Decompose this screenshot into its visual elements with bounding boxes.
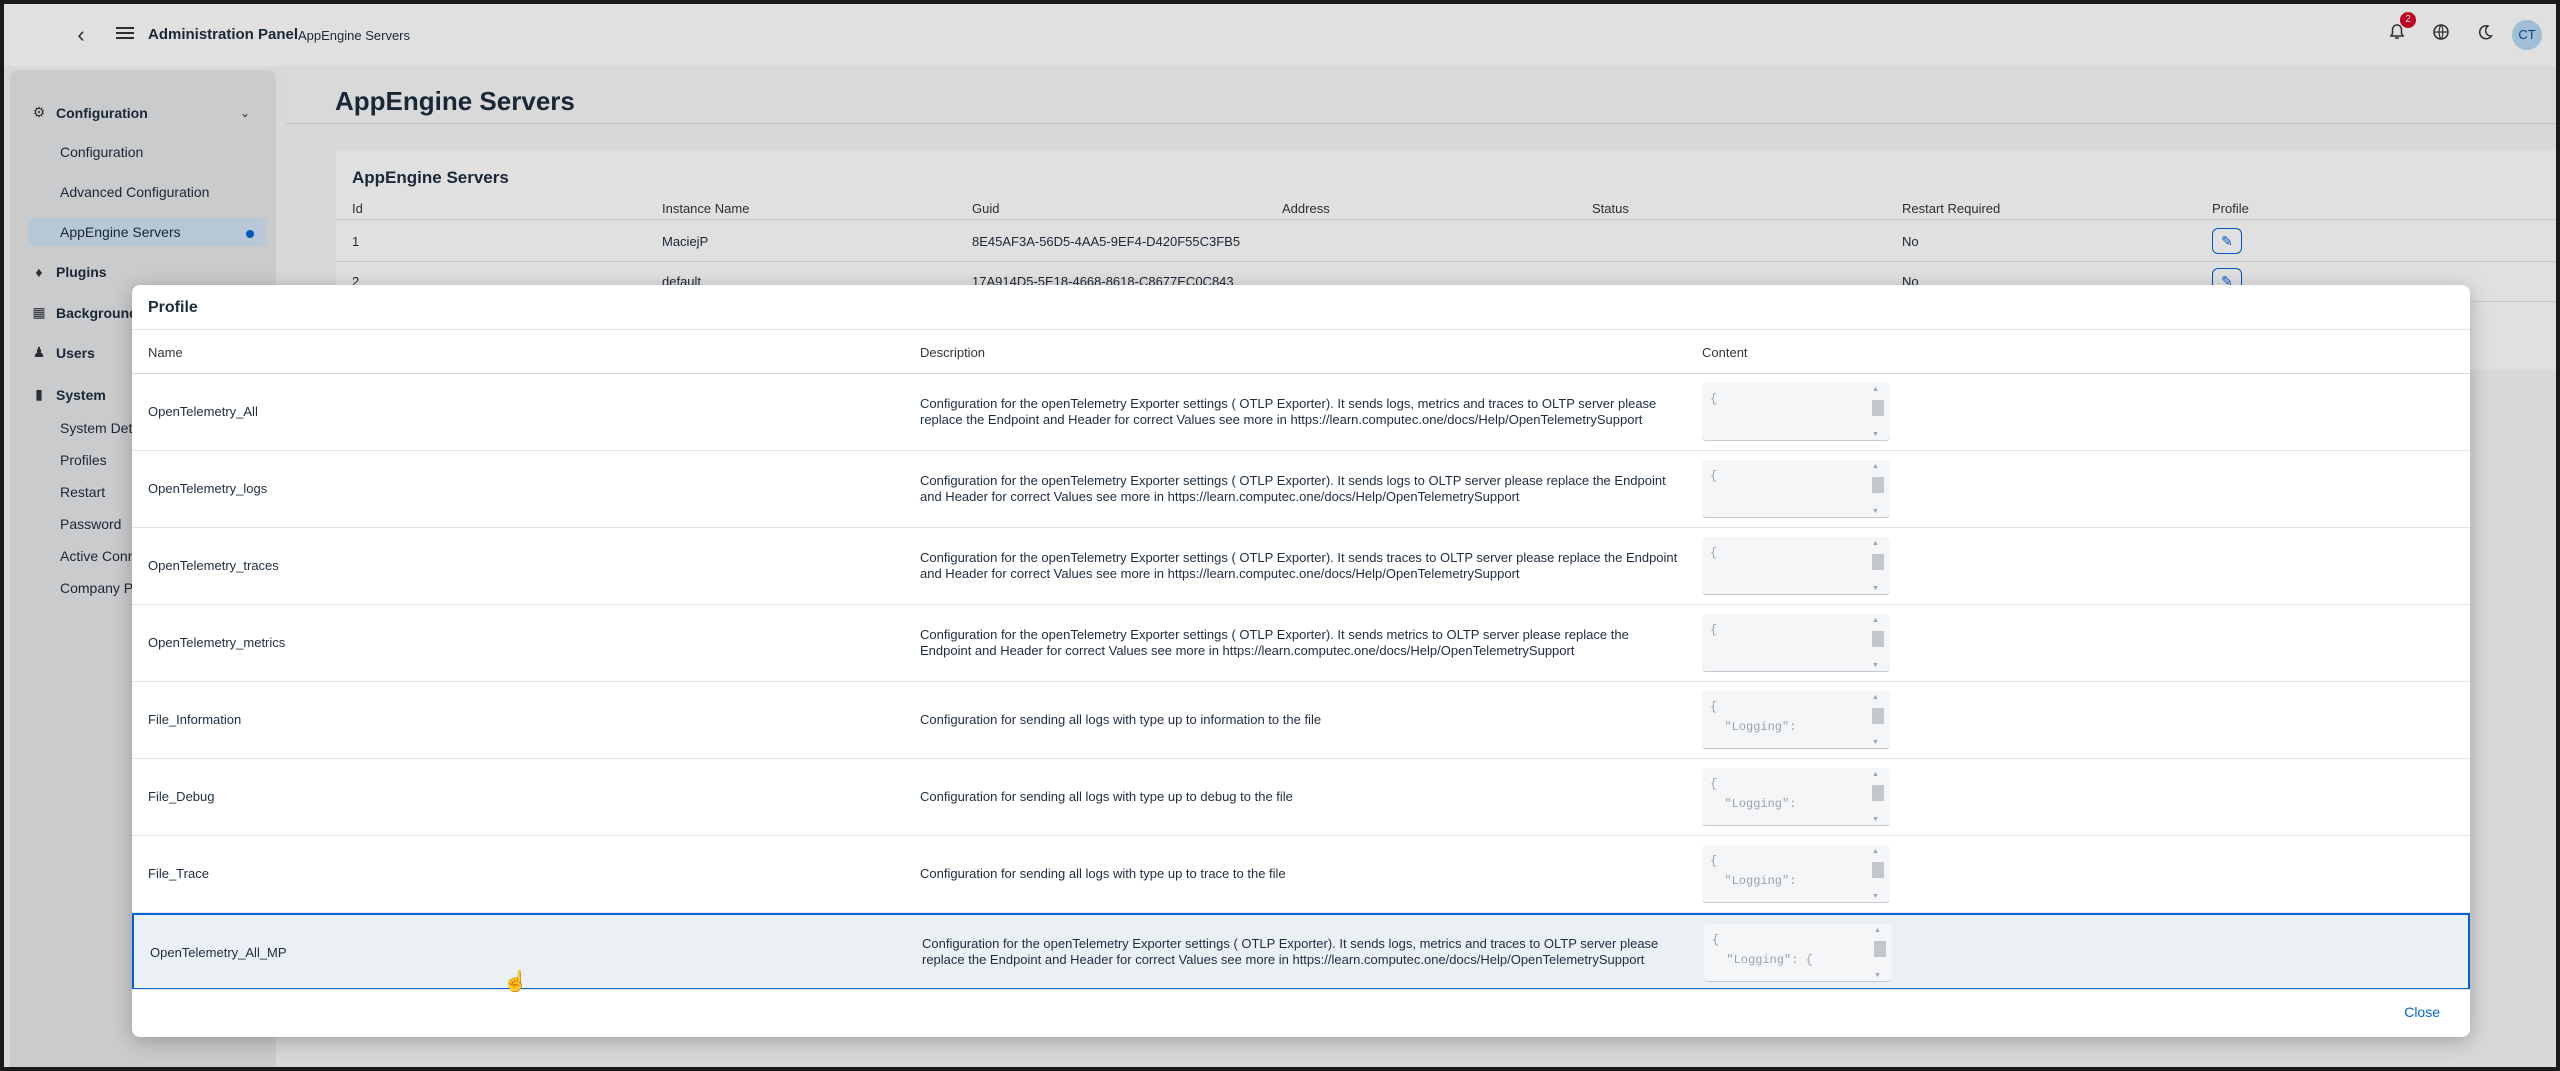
scrollbar[interactable]: ▲ ▼ — [1870, 694, 1884, 746]
profile-content-textarea[interactable]: {▲ ▼ — [1702, 460, 1890, 518]
scroll-thumb[interactable] — [1872, 554, 1884, 570]
profile-name: File_Trace — [148, 866, 209, 881]
profile-row[interactable]: File_Information Configuration for sendin… — [132, 682, 2470, 759]
scroll-down-icon[interactable]: ▼ — [1872, 508, 1879, 515]
profile-content-textarea[interactable]: { "Logging": ▲ ▼ — [1702, 845, 1890, 903]
profile-description: Configuration for the openTelemetry Expo… — [920, 374, 1680, 450]
profile-description-text: Configuration for sending all logs with … — [920, 789, 1293, 804]
scroll-up-icon[interactable]: ▲ — [1872, 848, 1879, 855]
profile-content-text: { "Logging": { — [1712, 933, 1813, 967]
profile-row[interactable]: File_Debug Configuration for sending all … — [132, 759, 2470, 836]
profile-content-text: { "Logging": — [1710, 700, 1797, 734]
profile-content-textarea[interactable]: { "Logging": ▲ ▼ — [1702, 691, 1890, 749]
profile-description-text: Configuration for the openTelemetry Expo… — [922, 935, 1659, 967]
profile-content-textarea[interactable]: {▲ ▼ — [1702, 383, 1890, 441]
profile-content-text: { — [1710, 546, 1718, 560]
profile-description-text: Configuration for the openTelemetry Expo… — [920, 473, 1666, 504]
scroll-thumb[interactable] — [1872, 400, 1884, 416]
profile-content-textarea[interactable]: {▲ ▼ — [1702, 614, 1890, 672]
scroll-thumb[interactable] — [1872, 708, 1884, 724]
scroll-thumb[interactable] — [1872, 477, 1884, 493]
scroll-down-icon[interactable]: ▼ — [1872, 431, 1879, 438]
profile-content-text: { "Logging": — [1710, 777, 1797, 811]
scroll-down-icon[interactable]: ▼ — [1874, 972, 1881, 979]
column-header-content[interactable]: Content — [1702, 345, 1748, 360]
scroll-up-icon[interactable]: ▲ — [1872, 386, 1879, 393]
profile-row[interactable]: OpenTelemetry_All_MP Configuration for th… — [132, 913, 2470, 990]
scroll-down-icon[interactable]: ▼ — [1872, 662, 1879, 669]
profile-description-text: Configuration for the openTelemetry Expo… — [920, 550, 1678, 581]
scroll-up-icon[interactable]: ▲ — [1872, 540, 1879, 547]
profile-description: Configuration for the openTelemetry Expo… — [920, 605, 1680, 681]
scroll-thumb[interactable] — [1874, 941, 1886, 957]
scroll-down-icon[interactable]: ▼ — [1872, 816, 1879, 823]
scroll-down-icon[interactable]: ▼ — [1872, 585, 1879, 592]
profile-row[interactable]: OpenTelemetry_All Configuration for the o… — [132, 374, 2470, 451]
scroll-up-icon[interactable]: ▲ — [1874, 927, 1881, 934]
scroll-up-icon[interactable]: ▲ — [1872, 771, 1879, 778]
profile-description: Configuration for sending all logs with … — [920, 682, 1680, 758]
scrollbar[interactable]: ▲ ▼ — [1872, 927, 1886, 979]
close-button[interactable]: Close — [2404, 1004, 2440, 1020]
profile-name: OpenTelemetry_traces — [148, 558, 279, 573]
profile-name: File_Information — [148, 712, 242, 727]
scroll-up-icon[interactable]: ▲ — [1872, 617, 1879, 624]
scroll-up-icon[interactable]: ▲ — [1872, 463, 1879, 470]
scroll-down-icon[interactable]: ▼ — [1872, 893, 1879, 900]
scrollbar[interactable]: ▲ ▼ — [1870, 848, 1884, 900]
profile-content-text: { — [1710, 623, 1718, 637]
profile-content-textarea[interactable]: { "Logging": {▲ ▼ — [1704, 924, 1892, 982]
profile-description: Configuration for sending all logs with … — [920, 759, 1680, 835]
profile-content-textarea[interactable]: {▲ ▼ — [1702, 537, 1890, 595]
scroll-thumb[interactable] — [1872, 785, 1884, 801]
dialog-title: Profile — [148, 299, 198, 316]
profile-description: Configuration for the openTelemetry Expo… — [920, 451, 1680, 527]
scrollbar[interactable]: ▲ ▼ — [1870, 617, 1884, 669]
profile-name: OpenTelemetry_All_MP — [150, 945, 287, 960]
scroll-down-icon[interactable]: ▼ — [1872, 739, 1879, 746]
column-header-description[interactable]: Description — [920, 345, 985, 360]
profile-name: File_Debug — [148, 789, 215, 804]
profile-description: Configuration for the openTelemetry Expo… — [922, 915, 1682, 988]
app-window: ‹ Administration Panel AppEngine Servers… — [4, 4, 2556, 1067]
profile-description-text: Configuration for sending all logs with … — [920, 866, 1286, 881]
profile-name: OpenTelemetry_logs — [148, 481, 268, 496]
profile-content-textarea[interactable]: { "Logging": ▲ ▼ — [1702, 768, 1890, 826]
profile-name: OpenTelemetry_All — [148, 404, 258, 419]
column-header-name[interactable]: Name — [148, 345, 183, 360]
mouse-cursor-icon: ☝ — [503, 971, 528, 993]
profile-row[interactable]: File_Trace Configuration for sending all … — [132, 836, 2470, 913]
dialog-footer: Close — [132, 989, 2470, 1037]
profile-content-text: { — [1710, 469, 1718, 483]
scroll-up-icon[interactable]: ▲ — [1872, 694, 1879, 701]
profile-description-text: Configuration for the openTelemetry Expo… — [920, 396, 1657, 427]
profile-description-text: Configuration for the openTelemetry Expo… — [920, 627, 1629, 658]
profile-dialog: Profile Name Description Content OpenTel… — [132, 285, 2470, 1037]
scroll-thumb[interactable] — [1872, 862, 1884, 878]
profile-name: OpenTelemetry_metrics — [148, 635, 286, 650]
profile-row[interactable]: OpenTelemetry_traces Configuration for th… — [132, 528, 2470, 605]
profile-content-text: { — [1710, 392, 1718, 406]
scrollbar[interactable]: ▲ ▼ — [1870, 386, 1884, 438]
profile-row[interactable]: OpenTelemetry_metrics Configuration for t… — [132, 605, 2470, 682]
dialog-divider — [132, 329, 2470, 330]
scrollbar[interactable]: ▲ ▼ — [1870, 771, 1884, 823]
profile-description: Configuration for the openTelemetry Expo… — [920, 528, 1680, 604]
scroll-thumb[interactable] — [1872, 631, 1884, 647]
scrollbar[interactable]: ▲ ▼ — [1870, 540, 1884, 592]
profile-description: Configuration for sending all logs with … — [920, 836, 1680, 912]
profile-description-text: Configuration for sending all logs with … — [920, 712, 1322, 727]
profile-row[interactable]: OpenTelemetry_logs Configuration for the … — [132, 451, 2470, 528]
scrollbar[interactable]: ▲ ▼ — [1870, 463, 1884, 515]
profile-content-text: { "Logging": — [1710, 854, 1797, 888]
